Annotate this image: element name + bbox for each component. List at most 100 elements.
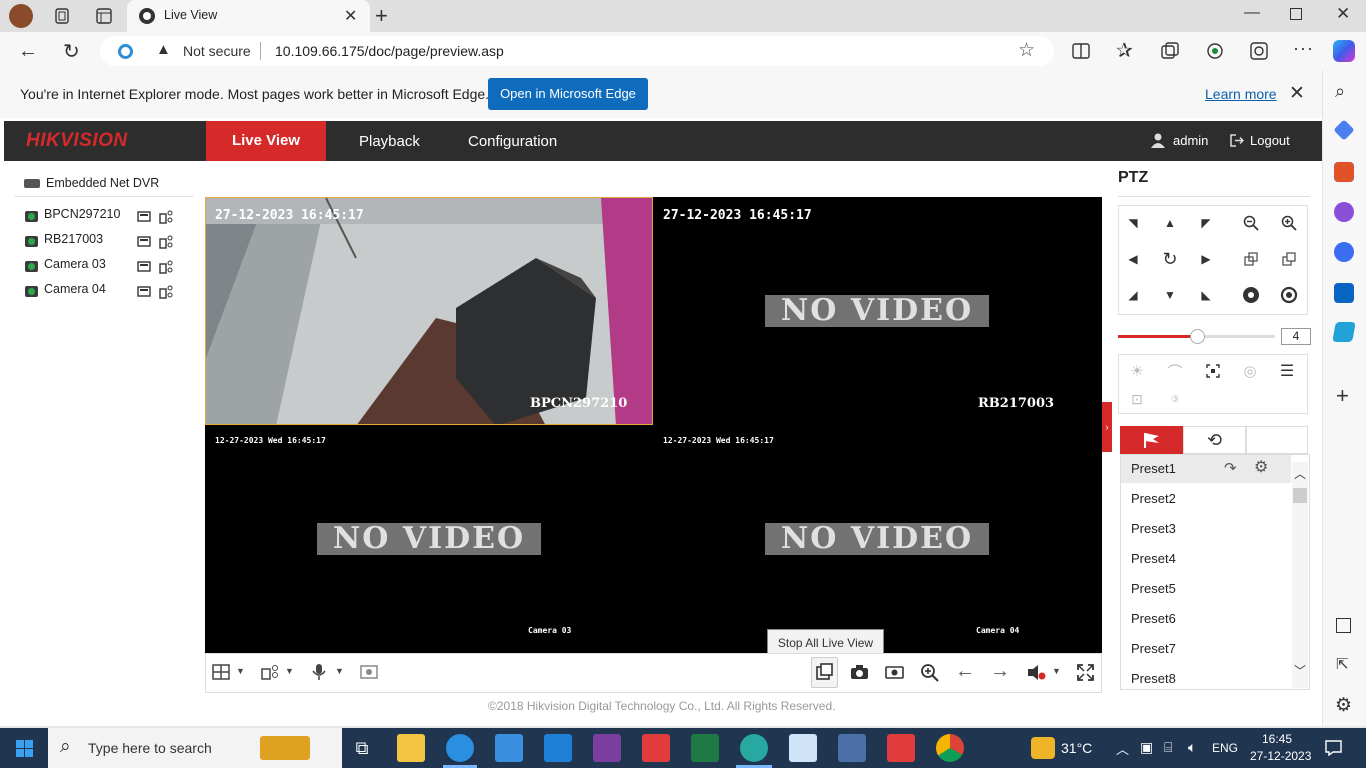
speed-slider-knob[interactable] xyxy=(1189,329,1205,344)
camera-name[interactable]: BPCN297210 xyxy=(44,207,120,221)
preset-item[interactable]: Preset5 xyxy=(1131,581,1176,596)
set-preset-icon[interactable]: ⚙ xyxy=(1254,457,1268,477)
preset-item[interactable]: Preset6 xyxy=(1131,611,1176,626)
volume-dropdown-icon[interactable]: ▼ xyxy=(1052,666,1061,676)
focus-near-icon[interactable] xyxy=(1236,244,1266,274)
enable-eptz-icon[interactable] xyxy=(360,664,378,680)
nav-playback[interactable]: Playback xyxy=(359,133,420,150)
scrollbar-thumb[interactable] xyxy=(1293,488,1307,503)
iris-open-icon[interactable] xyxy=(1274,280,1304,310)
ie-reload-icon[interactable] xyxy=(1249,41,1269,61)
fullscreen-icon[interactable] xyxy=(1077,664,1094,681)
ptz-menu-icon[interactable]: ☰ xyxy=(1272,356,1302,386)
microphone-icon[interactable] xyxy=(312,663,326,681)
nav-live-view[interactable]: Live View xyxy=(206,121,326,161)
ptz-up-left-button[interactable]: ◥ xyxy=(1118,208,1148,238)
stream-settings-icon[interactable] xyxy=(159,284,174,299)
address-bar[interactable]: ▲ Not secure 10.109.66.175/doc/page/prev… xyxy=(100,36,1054,66)
camera-row[interactable]: Camera 03 xyxy=(24,257,184,277)
ptz-up-button[interactable]: ▲ xyxy=(1155,208,1185,238)
ptz-left-button[interactable]: ◀ xyxy=(1118,244,1148,274)
refresh-icon[interactable]: ↻ xyxy=(63,39,80,64)
chrome-icon[interactable] xyxy=(936,734,964,762)
split-screen-icon[interactable] xyxy=(1072,42,1090,60)
previous-page-icon[interactable]: ← xyxy=(955,660,975,683)
stream-settings-icon[interactable] xyxy=(159,234,174,249)
weather-temp[interactable]: 31°C xyxy=(1061,740,1092,756)
search-sidebar-icon[interactable]: ⌕ xyxy=(1335,81,1345,102)
regional-focus-icon[interactable]: ⊡ xyxy=(1122,384,1152,414)
back-icon[interactable]: ← xyxy=(18,40,38,63)
record-status-icon[interactable] xyxy=(137,210,151,222)
zoom-out-icon[interactable] xyxy=(1236,208,1266,238)
favorites-icon[interactable]: ✰ xyxy=(1116,38,1133,63)
anydesk-icon[interactable] xyxy=(642,734,670,762)
games-icon[interactable] xyxy=(1334,202,1354,222)
restore-icon[interactable] xyxy=(1290,8,1302,20)
workspaces-icon[interactable] xyxy=(52,6,72,26)
preset-tab[interactable] xyxy=(1120,426,1183,454)
favorite-star-icon[interactable]: ☆ xyxy=(1018,39,1035,62)
zoom-in-icon[interactable] xyxy=(1274,208,1304,238)
file-explorer-icon[interactable] xyxy=(397,734,425,762)
camera-name[interactable]: RB217003 xyxy=(44,232,103,246)
stream-settings-icon[interactable] xyxy=(159,259,174,274)
record-status-icon[interactable] xyxy=(137,260,151,272)
excel-icon[interactable] xyxy=(691,734,719,762)
scroll-down-icon[interactable]: ﹀ xyxy=(1294,662,1306,679)
camera-name[interactable]: Camera 03 xyxy=(44,257,106,271)
3d-positioning-icon[interactable]: ③ xyxy=(1160,384,1190,414)
mail-icon[interactable] xyxy=(544,734,572,762)
record-status-icon[interactable] xyxy=(137,285,151,297)
ie-mode-icon[interactable] xyxy=(118,44,133,59)
language-indicator[interactable]: ENG xyxy=(1212,741,1238,755)
next-page-icon[interactable]: → xyxy=(990,660,1010,683)
upload-app-icon[interactable] xyxy=(740,734,768,762)
outlook-icon[interactable] xyxy=(1334,283,1354,303)
ptz-speed-slider[interactable] xyxy=(1118,329,1275,344)
scroll-up-icon[interactable]: ︿ xyxy=(1294,465,1306,482)
tools-icon[interactable] xyxy=(1334,162,1354,182)
nav-configuration[interactable]: Configuration xyxy=(468,133,557,150)
volume-icon[interactable]: 🔈︎ xyxy=(1188,739,1196,756)
ptz-down-right-button[interactable]: ◣ xyxy=(1191,280,1221,310)
stream-settings-icon[interactable] xyxy=(159,209,174,224)
capture-icon[interactable] xyxy=(850,664,869,680)
ptz-down-button[interactable]: ▼ xyxy=(1155,280,1185,310)
pattern-tab[interactable] xyxy=(1246,426,1308,454)
record-icon[interactable] xyxy=(885,664,904,680)
windows-start-icon[interactable] xyxy=(16,740,33,757)
camera-row[interactable]: Camera 04 xyxy=(24,282,184,302)
close-window-icon[interactable]: ✕ xyxy=(1336,4,1350,24)
preset-item[interactable]: Preset1 xyxy=(1131,461,1176,476)
collapse-ptz-handle[interactable]: › xyxy=(1102,402,1112,452)
add-sidebar-icon[interactable]: + xyxy=(1336,383,1349,409)
preset-item[interactable]: Preset7 xyxy=(1131,641,1176,656)
vertical-tabs-icon[interactable] xyxy=(94,6,114,26)
winrar-icon[interactable] xyxy=(593,734,621,762)
taskbar-search-box[interactable]: ⌕ Type here to search xyxy=(48,728,342,768)
url-text[interactable]: 10.109.66.175/doc/page/preview.asp xyxy=(275,43,504,59)
stream-dropdown-icon[interactable]: ▼ xyxy=(285,666,294,676)
preset-item[interactable]: Preset8 xyxy=(1131,671,1176,686)
tray-app-icon[interactable]: ▣ xyxy=(1140,739,1153,756)
clock-date[interactable]: 27-12-2023 xyxy=(1250,749,1311,763)
ptz-down-left-button[interactable]: ◢ xyxy=(1118,280,1148,310)
edge-taskbar-icon[interactable] xyxy=(446,734,474,762)
mute-audio-icon[interactable] xyxy=(1027,664,1047,681)
wiper-icon[interactable]: ⌒ xyxy=(1160,356,1190,386)
camera-name[interactable]: Camera 04 xyxy=(44,282,106,296)
dvr-name[interactable]: Embedded Net DVR xyxy=(46,176,159,190)
auxiliary-focus-icon[interactable] xyxy=(1198,356,1228,386)
network-icon[interactable]: ⌸ xyxy=(1164,739,1172,756)
close-tab-icon[interactable]: ✕ xyxy=(344,6,357,26)
mic-dropdown-icon[interactable]: ▼ xyxy=(335,666,344,676)
camera-row[interactable]: BPCN297210 xyxy=(24,207,184,227)
browser-tab-live-view[interactable]: Live View ✕ xyxy=(127,0,370,32)
iris-close-icon[interactable] xyxy=(1236,280,1266,310)
digital-zoom-icon[interactable] xyxy=(920,663,939,682)
learn-more-link[interactable]: Learn more xyxy=(1205,86,1277,102)
minimize-icon[interactable]: — xyxy=(1244,4,1260,22)
sidebar-panel-icon[interactable] xyxy=(1336,618,1351,633)
layout-dropdown-icon[interactable]: ▼ xyxy=(236,666,245,676)
